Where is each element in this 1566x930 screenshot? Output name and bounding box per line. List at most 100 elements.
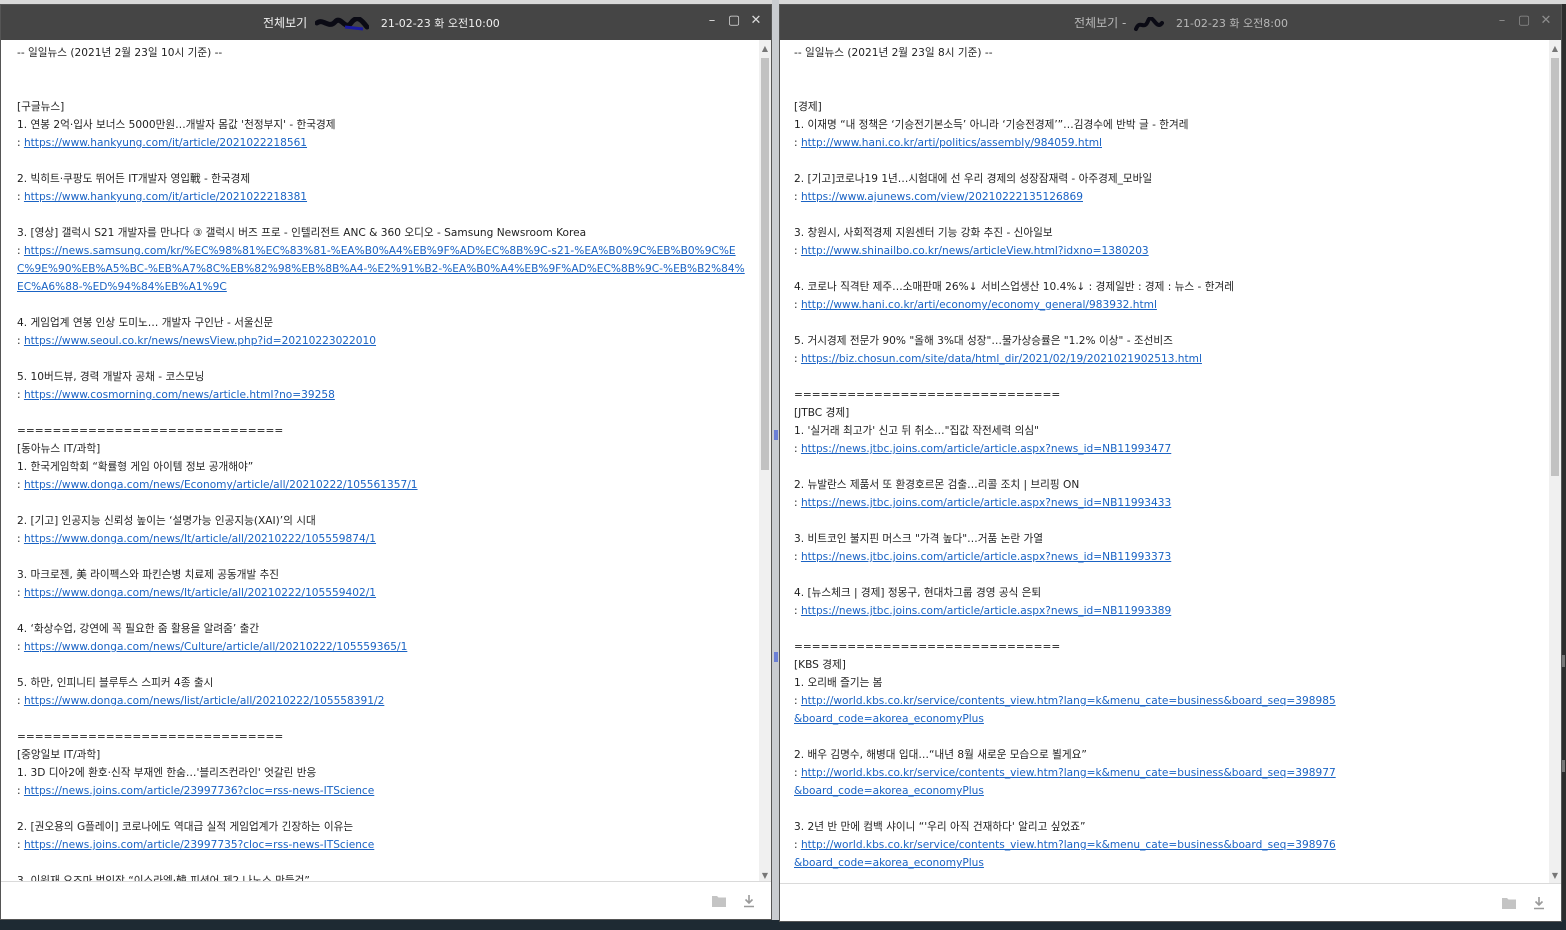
text-line: 4. 게임업계 연봉 인상 도미노… 개발자 구인난 - 서울신문 — [17, 317, 274, 329]
window-title: 전체보기 21-02-23 화 오전10:00 — [263, 16, 500, 31]
article-link[interactable]: https://www.seoul.co.kr/news/newsView.ph… — [24, 335, 376, 347]
article-link[interactable]: https://www.hankyung.com/it/article/2021… — [24, 191, 307, 203]
scrollbar-thumb[interactable] — [1551, 58, 1559, 476]
article-link[interactable]: &board_code=akorea_economyPlus — [794, 857, 984, 869]
message-window-left: 전체보기 21-02-23 화 오전10:00 – ▢ ✕ -- 일일뉴스 (2… — [0, 4, 772, 920]
download-icon[interactable] — [1531, 896, 1547, 912]
text-line: 5. 10버드뷰, 경력 개발자 공채 - 코스모닝 — [17, 371, 205, 383]
background-marker — [774, 430, 778, 440]
message-body[interactable]: -- 일일뉴스 (2021년 2월 23일 8시 기준) -- [경제] 1. 이재… — [780, 40, 1549, 883]
article-link[interactable]: &board_code=akorea_economyPlus — [794, 713, 984, 725]
article-link[interactable]: http://world.kbs.co.kr/service/contents_… — [801, 695, 1336, 707]
link-line: : https://news.samsung.com/kr/%EC%98%81%… — [17, 242, 745, 296]
scroll-up-icon[interactable]: ▲ — [759, 42, 771, 56]
text-line: 1. 한국게임학회 “확률형 게임 아이템 정보 공개해야” — [17, 461, 254, 473]
article-link[interactable]: https://news.joins.com/article/23997735?… — [24, 839, 374, 851]
link-line: : https://www.seoul.co.kr/news/newsView.… — [17, 332, 745, 350]
article-link[interactable]: https://www.donga.com/news/It/article/al… — [24, 587, 376, 599]
link-line: : https://www.hankyung.com/it/article/20… — [17, 188, 745, 206]
message-window-right: 전체보기 - 21-02-23 화 오전8:00 – ▢ ✕ -- 일일뉴스 (… — [779, 4, 1562, 922]
article-link[interactable]: http://www.shinailbo.co.kr/news/articleV… — [801, 245, 1149, 257]
text-line: 2. [권오용의 G플레이] 코로나에도 역대급 실적 게임업계가 긴장하는 이… — [17, 821, 354, 833]
text-line: 3. 2년 반 만에 컴백 샤이니 “'우리 아직 건재하다' 알리고 싶었죠” — [794, 821, 1086, 833]
background-marker — [1562, 655, 1565, 667]
article-link[interactable]: http://www.hani.co.kr/arti/politics/asse… — [801, 137, 1102, 149]
vertical-scrollbar[interactable]: ▲ ▼ — [759, 40, 771, 883]
article-link[interactable]: http://www.hani.co.kr/arti/economy/econo… — [801, 299, 1157, 311]
link-line: : http://world.kbs.co.kr/service/content… — [794, 692, 1535, 710]
minimize-icon[interactable]: – — [1495, 12, 1509, 30]
text-line: 3. [영상] 갤럭시 S21 개발자를 만나다 ③ 갤럭시 버즈 프로 - 인… — [17, 227, 587, 239]
window-footer — [1, 881, 771, 919]
article-link[interactable]: https://news.jtbc.joins.com/article/arti… — [801, 605, 1171, 617]
link-line: : https://www.ajunews.com/view/202102221… — [794, 188, 1535, 206]
folder-icon[interactable] — [711, 894, 727, 910]
article-link[interactable]: https://news.jtbc.joins.com/article/arti… — [801, 443, 1171, 455]
link-line: : https://www.donga.com/news/list/articl… — [17, 692, 745, 710]
folder-icon[interactable] — [1501, 896, 1517, 912]
scrollbar-thumb[interactable] — [761, 58, 769, 470]
link-line: : https://news.jtbc.joins.com/article/ar… — [794, 602, 1535, 620]
maximize-icon[interactable]: ▢ — [727, 12, 741, 30]
close-icon[interactable]: ✕ — [749, 12, 763, 30]
article-link[interactable]: https://www.donga.com/news/Economy/artic… — [24, 479, 418, 491]
window-titlebar[interactable]: 전체보기 21-02-23 화 오전10:00 – ▢ ✕ — [1, 5, 771, 40]
download-icon[interactable] — [741, 894, 757, 910]
scroll-up-icon[interactable]: ▲ — [1549, 42, 1561, 56]
article-link[interactable]: https://news.jtbc.joins.com/article/arti… — [801, 551, 1171, 563]
article-link[interactable]: https://www.hankyung.com/it/article/2021… — [24, 137, 307, 149]
minimize-icon[interactable]: – — [705, 12, 719, 30]
text-line: [경제] — [794, 101, 822, 113]
window-title: 전체보기 - 21-02-23 화 오전8:00 — [1074, 16, 1288, 31]
article-link[interactable]: https://www.donga.com/news/list/article/… — [24, 695, 384, 707]
text-line: 1. '실거래 최고가' 신고 뒤 취소…"집값 작전세력 의심" — [794, 425, 1040, 437]
article-link[interactable]: https://www.ajunews.com/view/20210222135… — [801, 191, 1083, 203]
window-timestamp: 21-02-23 화 오전8:00 — [1175, 17, 1288, 30]
window-titlebar[interactable]: 전체보기 - 21-02-23 화 오전8:00 – ▢ ✕ — [780, 5, 1561, 40]
background-marker — [1562, 760, 1565, 772]
link-line-continued: &board_code=akorea_economyPlus — [794, 854, 1535, 872]
article-link[interactable]: https://www.donga.com/news/It/article/al… — [24, 533, 376, 545]
article-link[interactable]: https://news.jtbc.joins.com/article/arti… — [801, 497, 1171, 509]
link-line: : https://www.donga.com/news/Culture/art… — [17, 638, 745, 656]
scroll-down-icon[interactable]: ▼ — [1549, 869, 1561, 883]
article-link[interactable]: https://news.joins.com/article/23997736?… — [24, 785, 374, 797]
text-line: 2. [기고] 인공지능 신뢰성 높이는 ‘설명가능 인공지능(XAI)’의 시… — [17, 515, 316, 527]
text-line: ============================== — [17, 731, 284, 743]
link-prefix: : — [794, 191, 801, 203]
text-line: 4. [뉴스체크 | 경제] 정몽구, 현대차그룹 경영 공식 은퇴 — [794, 587, 1042, 599]
article-link[interactable]: https://www.cosmorning.com/news/article.… — [24, 389, 335, 401]
close-icon[interactable]: ✕ — [1539, 12, 1553, 30]
vertical-scrollbar[interactable]: ▲ ▼ — [1549, 40, 1561, 883]
article-link[interactable]: https://news.samsung.com/kr/%EC%98%81%EC… — [17, 245, 745, 293]
message-body[interactable]: -- 일일뉴스 (2021년 2월 23일 10시 기준) -- [구글뉴스] 1.… — [1, 40, 759, 883]
article-link[interactable]: &board_code=akorea_economyPlus — [794, 785, 984, 797]
window-timestamp: 21-02-23 화 오전10:00 — [380, 17, 500, 30]
article-link[interactable]: https://biz.chosun.com/site/data/html_di… — [801, 353, 1202, 365]
link-prefix: : — [794, 605, 801, 617]
window-footer — [780, 883, 1561, 921]
redacted-scribble — [315, 16, 369, 31]
article-link[interactable]: https://www.donga.com/news/Culture/artic… — [24, 641, 407, 653]
link-prefix: : — [794, 497, 801, 509]
background-marker — [774, 652, 778, 662]
article-link[interactable]: http://world.kbs.co.kr/service/contents_… — [801, 839, 1336, 851]
text-line: ============================== — [17, 425, 284, 437]
text-line: [구글뉴스] — [17, 101, 65, 113]
text-line: 5. 거시경제 전문가 90% "올해 3%대 성장"…물가상승률은 "1.2%… — [794, 335, 1173, 347]
maximize-icon[interactable]: ▢ — [1517, 12, 1531, 30]
link-prefix: : — [17, 389, 24, 401]
article-link[interactable]: http://world.kbs.co.kr/service/contents_… — [801, 767, 1336, 779]
link-prefix: : — [17, 335, 24, 347]
